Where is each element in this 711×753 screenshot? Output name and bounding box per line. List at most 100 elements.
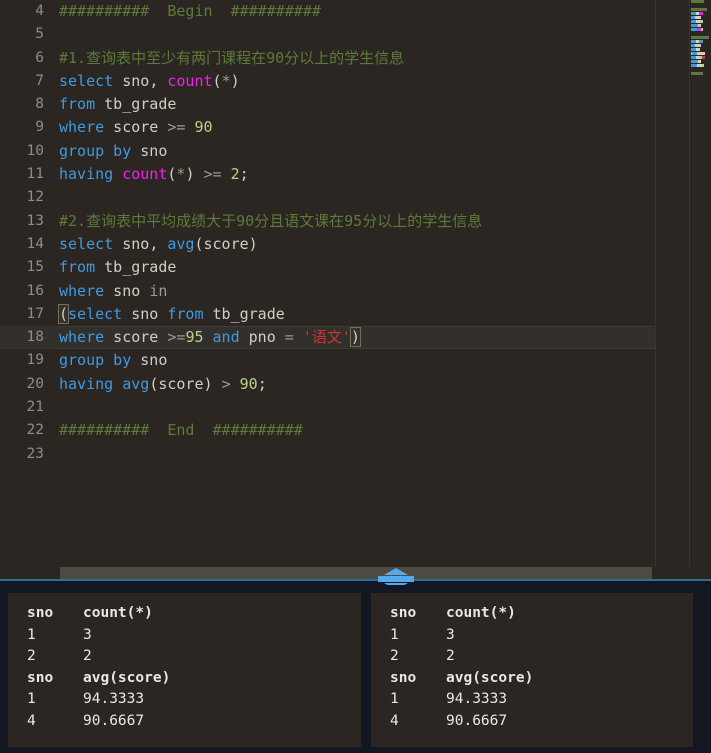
code-line[interactable]: 8 from tb_grade: [0, 93, 655, 116]
line-number: 18: [26, 329, 44, 346]
code-line[interactable]: 22 ########## End ##########: [0, 419, 655, 442]
minimap-segment: [691, 8, 707, 11]
code-text[interactable]: select sno, avg(score): [44, 233, 258, 256]
line-number: 8: [35, 96, 44, 113]
code-line[interactable]: 4 ########## Begin ##########: [0, 0, 655, 23]
code-text[interactable]: group by sno: [44, 349, 167, 372]
result-header-row: sno avg(score): [371, 668, 693, 690]
code-text[interactable]: from tb_grade: [44, 256, 176, 279]
code-line[interactable]: 14 select sno, avg(score): [0, 233, 655, 256]
splitter-grip-bar[interactable]: [378, 576, 414, 582]
result-header-row: sno count(*): [8, 603, 361, 625]
token-pun: ,: [149, 234, 168, 253]
code-line[interactable]: 20 having avg(score) > 90;: [0, 373, 655, 396]
token-pun: ): [203, 374, 222, 393]
code-line[interactable]: 15 from tb_grade: [0, 256, 655, 279]
token-kw: from: [59, 258, 96, 277]
minimap-segment: [695, 44, 701, 47]
result-cell: 4: [390, 712, 399, 729]
code-text[interactable]: (select sno from tb_grade: [44, 303, 285, 326]
token-op: in: [149, 281, 168, 300]
code-text[interactable]: ########## End ##########: [44, 419, 303, 442]
result-row[interactable]: 1 94.3333: [371, 689, 693, 711]
line-number: 16: [26, 282, 44, 299]
result-cell: 90.6667: [83, 712, 145, 729]
code-line[interactable]: 18 where score >=95 and pno = '语文'): [0, 326, 655, 350]
code-text[interactable]: having avg(score) > 90;: [44, 373, 267, 396]
code-line[interactable]: 23: [0, 443, 655, 466]
code-lines-container[interactable]: 4 ########## Begin ########## 5 6 #1.查询表中至少有…: [0, 0, 655, 566]
code-line[interactable]: 11 having count(*) >= 2;: [0, 163, 655, 186]
code-line[interactable]: 10 group by sno: [0, 140, 655, 163]
minimap-line: [690, 36, 711, 39]
collapse-up-arrow-icon[interactable]: [384, 568, 408, 575]
result-row[interactable]: 22: [371, 646, 693, 668]
result-row[interactable]: 4 90.6667: [371, 711, 693, 733]
minimap-segment: [691, 24, 698, 27]
code-line[interactable]: 5: [0, 23, 655, 46]
result-column-header: avg(score): [446, 669, 534, 686]
code-text[interactable]: from tb_grade: [44, 93, 176, 116]
result-row[interactable]: 13: [8, 625, 361, 647]
code-text[interactable]: where score >=95 and pno = '语文'): [44, 326, 361, 349]
code-line[interactable]: 17 (select sno from tb_grade: [0, 303, 655, 326]
token-id: score: [158, 374, 204, 393]
code-text[interactable]: where sno in: [44, 280, 167, 303]
code-line[interactable]: 16 where sno in: [0, 280, 655, 303]
code-text[interactable]: ########## Begin ##########: [44, 0, 321, 23]
token-kw: from: [59, 95, 96, 114]
minimap-line: [690, 12, 711, 15]
line-number: 9: [35, 119, 44, 136]
result-column-header: avg(score): [83, 669, 171, 686]
code-line[interactable]: 6 #1.查询表中至少有两门课程在90分以上的学生信息: [0, 47, 655, 70]
line-number: 23: [26, 445, 44, 462]
result-panel-right[interactable]: sno count(*) 1 3 2 2 sno avg(score) 1 94.3333 4 90.…: [371, 593, 693, 747]
result-cell: 1: [27, 691, 36, 707]
result-cell: 90.6667: [446, 712, 508, 729]
code-line[interactable]: 7 select sno, count(*): [0, 70, 655, 93]
minimap-segment: [695, 16, 701, 19]
token-str: '语文': [302, 328, 351, 347]
code-text[interactable]: #1.查询表中至少有两门课程在90分以上的学生信息: [44, 47, 404, 70]
result-row[interactable]: 13: [371, 625, 693, 647]
code-line[interactable]: 9 where score >= 90: [0, 116, 655, 139]
editor-minimap[interactable]: [689, 0, 711, 566]
code-text[interactable]: group by sno: [44, 140, 167, 163]
result-column-header: sno: [390, 605, 417, 621]
code-text[interactable]: #2.查询表中平均成绩大于90分且语文课在95分以上的学生信息: [44, 210, 482, 233]
result-header-row: sno count(*): [371, 603, 693, 625]
result-panel-left[interactable]: sno count(*) 1 3 2 2 sno avg(score) 1 94.3333 4 90.…: [8, 593, 361, 747]
line-number: 11: [26, 166, 44, 183]
result-row[interactable]: 1 94.3333: [8, 689, 361, 711]
code-line[interactable]: 12: [0, 186, 655, 209]
code-line[interactable]: 19 group by sno: [0, 349, 655, 372]
line-number: 4: [35, 3, 44, 19]
result-row[interactable]: 22: [8, 646, 361, 668]
result-row[interactable]: 4 90.6667: [8, 711, 361, 733]
token-cmt: #1.查询表中至少有两门课程在90分以上的学生信息: [59, 48, 405, 67]
token-id: tb_grade: [95, 258, 177, 277]
code-text[interactable]: having count(*) >= 2;: [44, 163, 249, 186]
code-line[interactable]: 13 #2.查询表中平均成绩大于90分且语文课在95分以上的学生信息: [0, 210, 655, 233]
token-cmt: ########## End ##########: [59, 421, 303, 440]
code-editor[interactable]: 4 ########## Begin ########## 5 6 #1.查询表中至少有…: [0, 0, 711, 566]
minimap-line: [690, 48, 711, 51]
minimap-line: [690, 60, 711, 63]
minimap-segment: [699, 40, 703, 43]
result-header-row: sno avg(score): [8, 668, 361, 690]
code-text[interactable]: select sno, count(*): [44, 70, 240, 93]
line-number: 6: [35, 49, 44, 66]
code-text[interactable]: where score >= 90: [44, 116, 213, 139]
code-line[interactable]: 21: [0, 396, 655, 419]
token-id: sno: [104, 281, 150, 300]
minimap-segment: [697, 52, 705, 55]
token-num: 90: [230, 374, 258, 393]
line-number: 17: [26, 305, 44, 322]
token-op: *: [221, 71, 231, 90]
minimap-line: [690, 24, 711, 27]
minimap-line: [690, 68, 711, 71]
editor-horizontal-scrollbar-thumb[interactable]: [60, 567, 652, 579]
token-pun: ): [230, 71, 240, 90]
result-cell: 1: [390, 691, 399, 707]
line-number: 10: [26, 142, 44, 159]
